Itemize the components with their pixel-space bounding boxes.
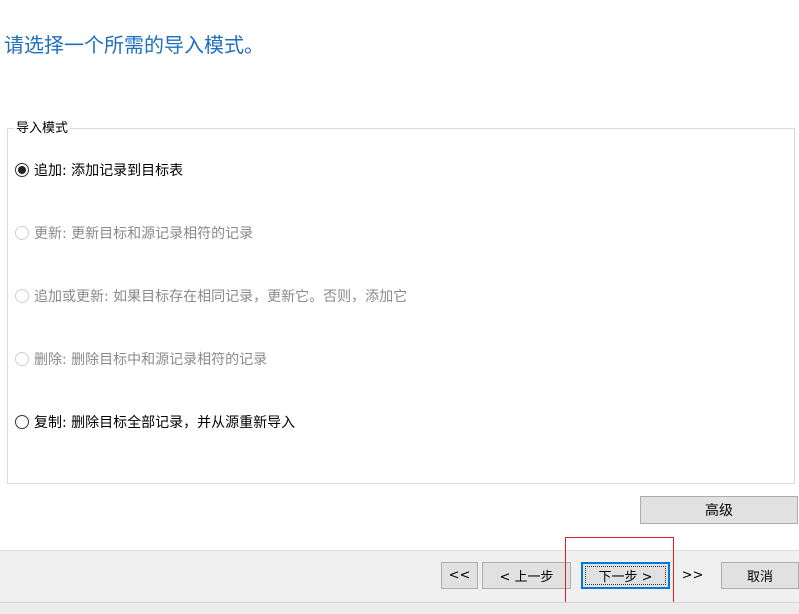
- radio-option-append[interactable]: 追加: 添加记录到目标表: [15, 160, 183, 180]
- radio-label-append: 追加: 添加记录到目标表: [34, 163, 184, 179]
- last-page-button[interactable]: >>: [674, 562, 711, 589]
- radio-unselected-icon[interactable]: [15, 226, 29, 240]
- radio-unselected-icon[interactable]: [15, 415, 29, 429]
- radio-unselected-icon[interactable]: [15, 352, 29, 366]
- page-title: 请选择一个所需的导入模式。: [4, 33, 264, 57]
- next-button-label: 下一步 >: [598, 570, 653, 585]
- bottom-strip: [0, 602, 799, 614]
- radio-label-append-or-update: 追加或更新: 如果目标存在相同记录，更新它。否则，添加它: [34, 289, 408, 305]
- advanced-button[interactable]: 高级: [640, 496, 798, 524]
- radio-option-append-or-update[interactable]: 追加或更新: 如果目标存在相同记录，更新它。否则，添加它: [15, 286, 407, 306]
- cancel-button[interactable]: 取消: [721, 562, 799, 589]
- radio-option-update[interactable]: 更新: 更新目标和源记录相符的记录: [15, 223, 253, 243]
- radio-option-copy[interactable]: 复制: 删除目标全部记录，并从源重新导入: [15, 412, 295, 432]
- next-button[interactable]: 下一步 >: [581, 562, 670, 589]
- radio-label-delete: 删除: 删除目标中和源记录相符的记录: [34, 352, 268, 368]
- radio-selected-icon[interactable]: [15, 163, 29, 177]
- radio-option-delete[interactable]: 删除: 删除目标中和源记录相符的记录: [15, 349, 267, 369]
- import-wizard-page: 请选择一个所需的导入模式。 导入模式 追加: 添加记录到目标表 更新: 更新目标…: [0, 0, 799, 614]
- radio-label-copy: 复制: 删除目标全部记录，并从源重新导入: [34, 415, 296, 431]
- first-page-button[interactable]: <<: [441, 562, 478, 589]
- radio-label-update: 更新: 更新目标和源记录相符的记录: [34, 226, 254, 242]
- import-mode-legend: 导入模式: [14, 120, 71, 138]
- previous-button[interactable]: < 上一步: [482, 562, 571, 589]
- radio-unselected-icon[interactable]: [15, 289, 29, 303]
